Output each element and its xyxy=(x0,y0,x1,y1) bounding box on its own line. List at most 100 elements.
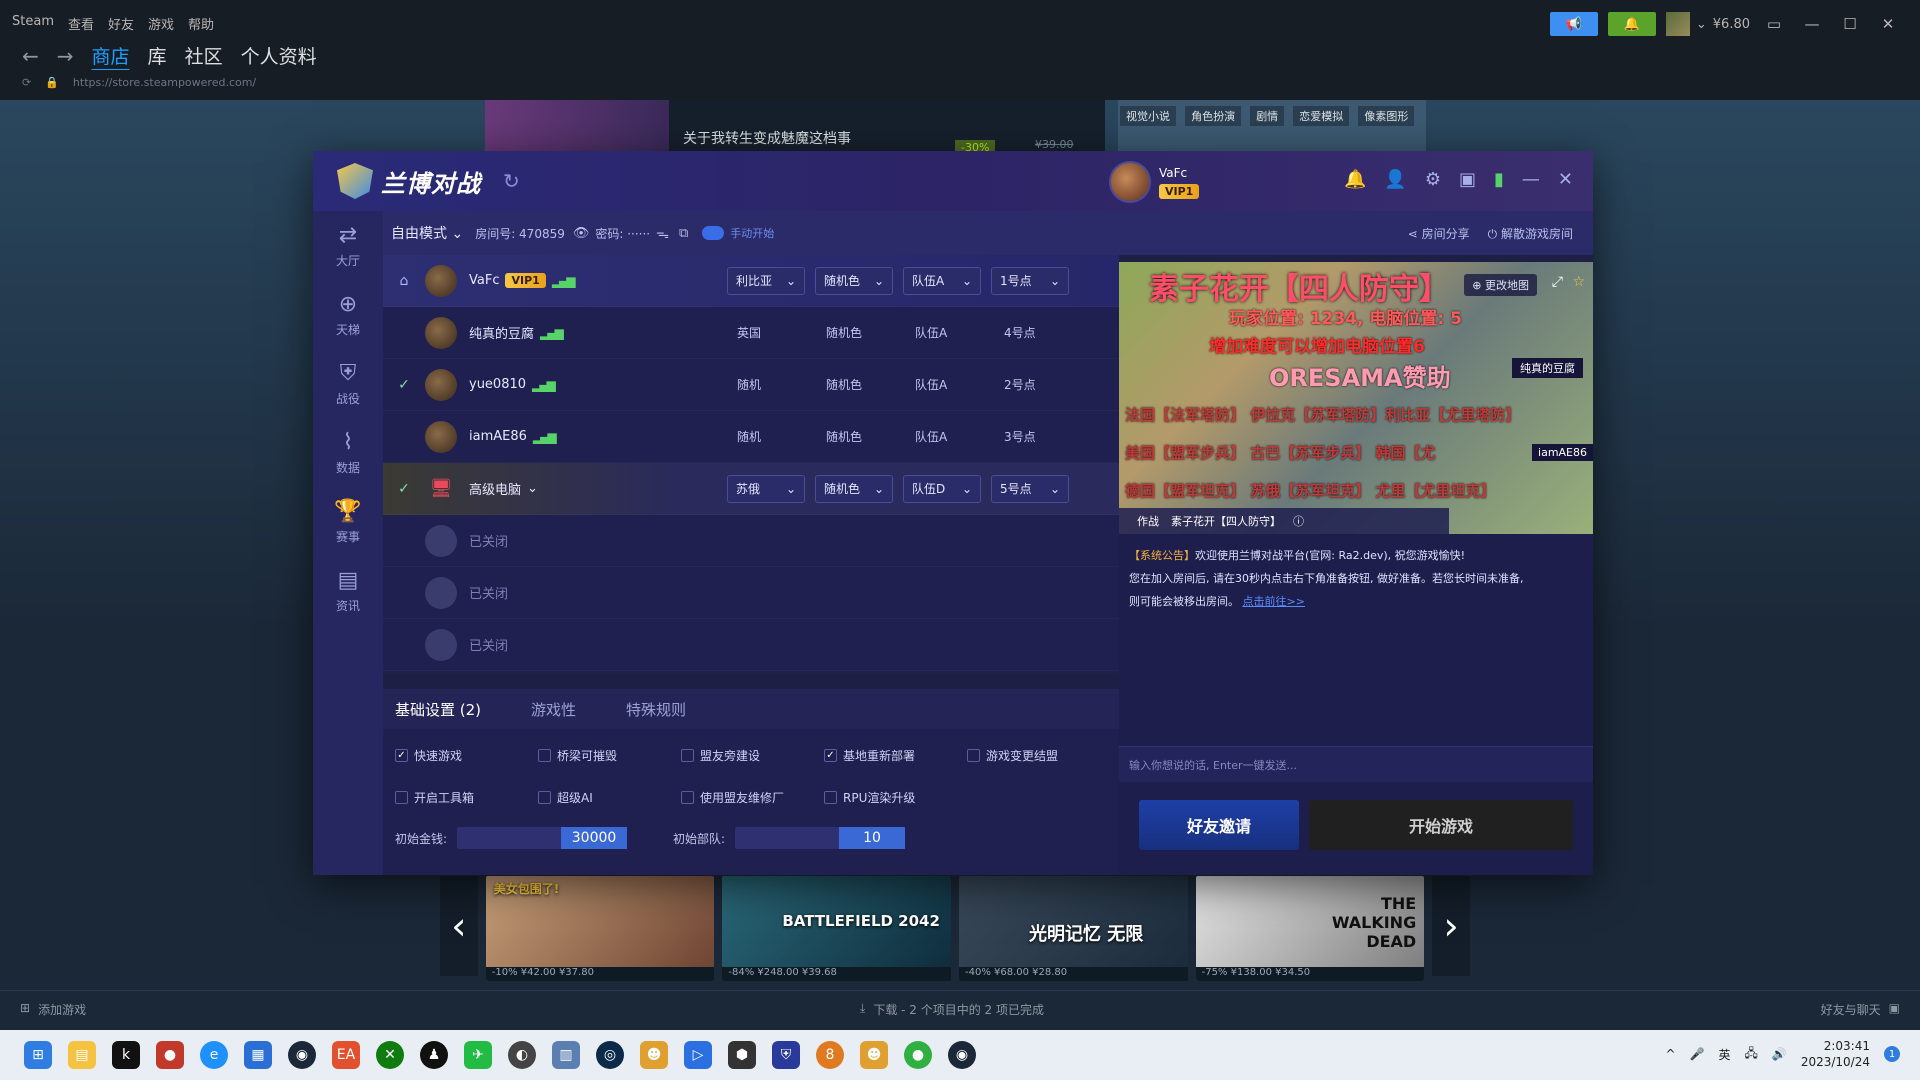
change-map-button[interactable]: ⊕ 更改地图 xyxy=(1464,274,1537,296)
minimize-icon[interactable]: — xyxy=(1522,169,1540,190)
announcement-icon[interactable]: 📢 xyxy=(1549,12,1598,36)
spot-select[interactable]: 5号点 ⌄ xyxy=(991,474,1069,503)
eye-icon[interactable]: 👁 xyxy=(573,226,590,241)
country-select[interactable]: 苏俄 ⌄ xyxy=(727,474,805,503)
expand-icon[interactable]: ⤢ xyxy=(1552,274,1563,290)
option-checkbox[interactable]: 超级AI xyxy=(538,789,681,806)
refresh-icon[interactable]: ↻ xyxy=(503,169,520,193)
steam-icon[interactable]: ◉ xyxy=(288,1041,316,1069)
back-arrow-icon[interactable]: ← xyxy=(22,44,39,68)
app-icon[interactable]: ◎ xyxy=(596,1041,624,1069)
spot-select[interactable]: 1号点 ⌄ xyxy=(991,266,1069,295)
app-icon[interactable]: ✈ xyxy=(464,1041,492,1069)
steam-menu-brand[interactable]: Steam xyxy=(12,14,54,33)
qq-icon[interactable]: ♟ xyxy=(420,1041,448,1069)
steam-icon[interactable]: ◉ xyxy=(948,1041,976,1069)
sidebar-item-lobby[interactable]: ⇄ 大厅 xyxy=(313,211,383,280)
option-checkbox[interactable]: 开启工具箱 xyxy=(395,789,538,806)
file-explorer-icon[interactable]: ▤ xyxy=(68,1041,96,1069)
volume-icon[interactable]: 🔊 xyxy=(1772,1047,1787,1061)
close-icon[interactable]: ✕ xyxy=(1558,169,1573,190)
edge-browser-icon[interactable]: e xyxy=(200,1041,228,1069)
add-game-button[interactable]: ⊞ 添加游戏 xyxy=(20,1001,86,1018)
team-select[interactable]: 队伍D ⌄ xyxy=(903,474,981,503)
closed-slot[interactable]: 已关闭 xyxy=(383,567,1119,619)
sidebar-item-events[interactable]: 🏆 赛事 xyxy=(313,487,383,556)
carousel-next-icon[interactable]: › xyxy=(1432,876,1470,976)
option-checkbox[interactable]: 桥梁可摧毁 xyxy=(538,747,681,764)
kk-app-icon[interactable]: k xyxy=(112,1041,140,1069)
store-app-icon[interactable]: ▦ xyxy=(244,1041,272,1069)
notice-link[interactable]: 点击前往>> xyxy=(1243,595,1305,608)
nav-community[interactable]: 社区 xyxy=(185,42,223,69)
nav-library[interactable]: 库 xyxy=(148,42,167,69)
friends-chat-button[interactable]: 好友与聊天 ▣ xyxy=(1821,1001,1900,1018)
copy-icon[interactable]: ⧉ xyxy=(679,226,688,241)
help-icon[interactable]: ⓘ xyxy=(1293,513,1304,529)
app-icon[interactable]: ☻ xyxy=(860,1041,888,1069)
option-checkbox[interactable]: 游戏变更结盟 xyxy=(967,747,1110,764)
nav-store[interactable]: 商店 xyxy=(92,42,130,69)
start-icon[interactable]: ⊞ xyxy=(24,1041,52,1069)
tag-chip[interactable]: 角色扮演 xyxy=(1185,106,1242,126)
chevron-up-icon[interactable]: ^ xyxy=(1665,1047,1675,1061)
carousel-card[interactable]: BATTLEFIELD 2042 -84% ¥248.00 ¥39.68 xyxy=(722,876,951,981)
minimize-icon[interactable]: — xyxy=(1798,15,1826,33)
forward-arrow-icon[interactable]: → xyxy=(57,44,74,68)
start-game-button[interactable]: 开始游戏 xyxy=(1309,800,1573,850)
app-icon[interactable]: ▷ xyxy=(684,1041,712,1069)
share-room-button[interactable]: ⋖ 房间分享 xyxy=(1408,225,1470,242)
option-checkbox[interactable]: ✓ 基地重新部署 xyxy=(824,747,967,764)
team-select[interactable]: 队伍A ⌄ xyxy=(903,266,981,295)
color-select[interactable]: 随机色 ⌄ xyxy=(815,266,893,295)
bigpicture-icon[interactable]: ▭ xyxy=(1760,15,1788,33)
microphone-icon[interactable]: 🎤 xyxy=(1690,1047,1705,1061)
app-icon[interactable]: ⬢ xyxy=(728,1041,756,1069)
app-icon[interactable]: ● xyxy=(156,1041,184,1069)
xbox-icon[interactable]: ✕ xyxy=(376,1041,404,1069)
app-icon[interactable]: ◐ xyxy=(508,1041,536,1069)
chart-app-icon[interactable]: ▥ xyxy=(552,1041,580,1069)
bell-icon[interactable]: 🔔 xyxy=(1344,169,1366,190)
friends-icon[interactable]: 👤 xyxy=(1384,169,1406,190)
store-list-item[interactable]: 关于我转生变成魅魔这档事 -30% ¥39.00 xyxy=(485,100,1105,155)
sidebar-item-campaign[interactable]: ⛨ 战役 xyxy=(313,349,383,418)
app-icon[interactable]: ☻ xyxy=(640,1041,668,1069)
tab-special-rules[interactable]: 特殊规则 xyxy=(626,699,686,720)
ime-indicator[interactable]: 英 xyxy=(1718,1046,1730,1063)
notification-bell-icon[interactable]: 🔔 xyxy=(1607,12,1656,36)
network-icon[interactable]: 🖧 xyxy=(1744,1044,1757,1065)
settings-gear-icon[interactable]: ⚙ xyxy=(1425,169,1441,190)
clock[interactable]: 2:03:41 2023/10/24 xyxy=(1801,1038,1870,1070)
closed-slot[interactable]: 已关闭 xyxy=(383,515,1119,567)
sidebar-item-ladder[interactable]: ⊕ 天梯 xyxy=(313,280,383,349)
maximize-icon[interactable]: ☐ xyxy=(1836,15,1864,33)
initial-money-slider[interactable]: 30000 xyxy=(457,827,628,849)
invite-friends-button[interactable]: 好友邀请 xyxy=(1139,800,1299,850)
ea-app-icon[interactable]: EA xyxy=(332,1041,360,1069)
mode-select[interactable]: 自由模式 ⌄ xyxy=(391,223,463,243)
color-select[interactable]: 随机色 ⌄ xyxy=(815,474,893,503)
star-icon[interactable]: ☆ xyxy=(1572,274,1585,290)
steam-menu-games[interactable]: 游戏 xyxy=(148,14,174,33)
hide-password-icon[interactable]: ᯓ xyxy=(656,224,669,242)
map-preview[interactable]: 素子花开【四人防守】 ⊕ 更改地图 ⤢ ☆ 玩家位置: 1234, 电脑位置: … xyxy=(1119,262,1593,534)
option-checkbox[interactable]: 使用盟友维修厂 xyxy=(681,789,824,806)
closed-slot[interactable]: 已关闭 xyxy=(383,619,1119,671)
tag-chip[interactable]: 恋爱模拟 xyxy=(1293,106,1350,126)
carousel-card[interactable]: 光明记忆 无限 -40% ¥68.00 ¥28.80 xyxy=(958,876,1188,981)
carousel-prev-icon[interactable]: ‹ xyxy=(440,876,478,976)
inbox-icon[interactable]: ▣ xyxy=(1459,169,1476,190)
option-checkbox[interactable]: 盟友旁建设 xyxy=(681,747,824,764)
lanbo-app-icon[interactable]: ⛨ xyxy=(772,1041,800,1069)
initial-units-slider[interactable]: 10 xyxy=(735,827,906,849)
steam-menu-friends[interactable]: 好友 xyxy=(108,14,134,33)
wallet[interactable]: ⌄ ¥6.80 xyxy=(1665,12,1750,36)
country-select[interactable]: 利比亚 ⌄ xyxy=(727,266,805,295)
carousel-card[interactable]: THE WALKING DEAD -75% ¥138.00 ¥34.50 xyxy=(1195,876,1425,981)
url-text[interactable]: https://store.steampowered.com/ xyxy=(73,76,256,89)
steam-menu-help[interactable]: 帮助 xyxy=(188,14,214,33)
steam-menu-view[interactable]: 查看 xyxy=(68,14,94,33)
ai-difficulty-select[interactable]: 高级电脑 ⌄ xyxy=(469,479,689,498)
close-icon[interactable]: ✕ xyxy=(1874,15,1902,33)
